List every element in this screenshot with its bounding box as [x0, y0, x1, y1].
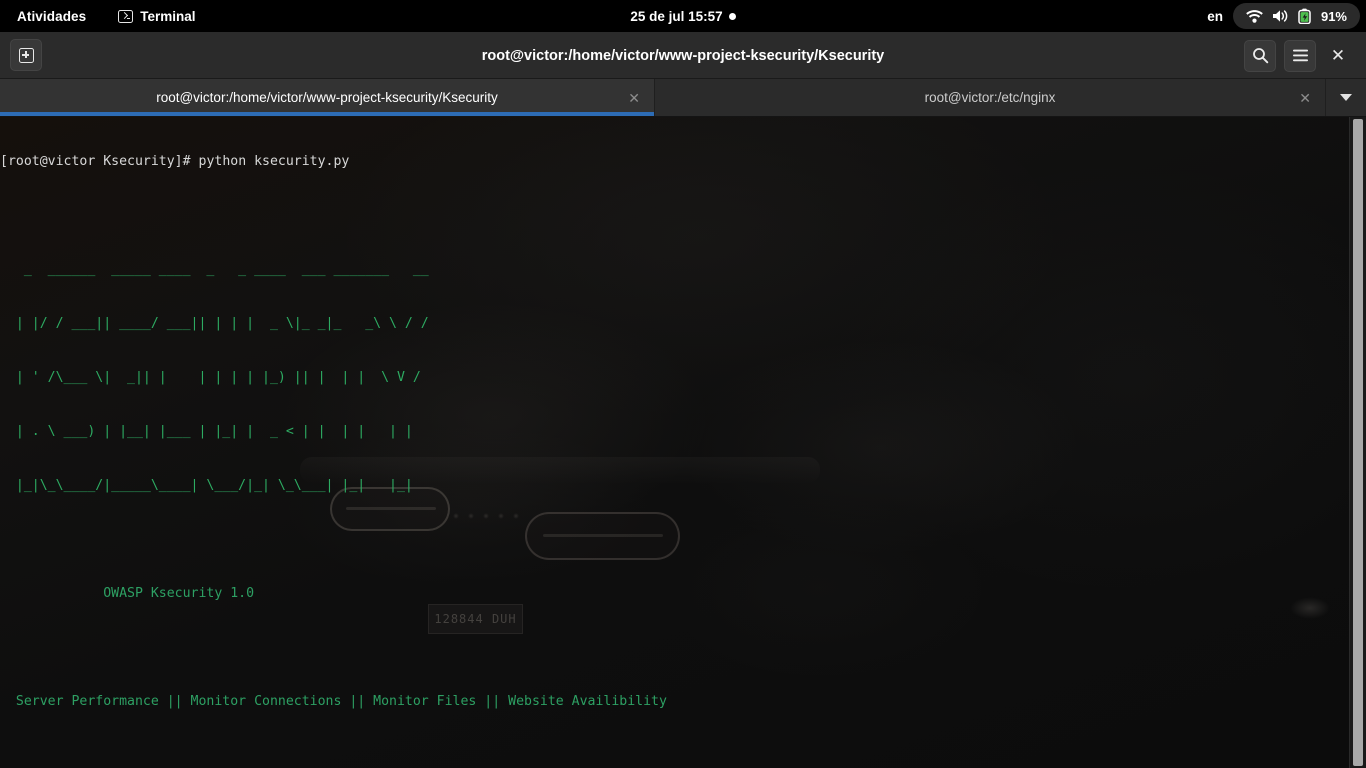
clock-label: 25 de jul 15:57: [630, 8, 723, 24]
scrollbar-thumb[interactable]: [1353, 119, 1363, 766]
battery-charging-icon: [1298, 8, 1312, 24]
tab-ksecurity[interactable]: root@victor:/home/victor/www-project-kse…: [0, 79, 655, 116]
main-menu-button[interactable]: [1284, 39, 1316, 72]
ascii-banner-row-0: _ ______ _____ ____ _ _ ____ ___ _______…: [0, 262, 429, 277]
banner-version-line: OWASP Ksecurity 1.0: [0, 586, 255, 601]
window-close-button[interactable]: ✕: [1324, 40, 1352, 72]
ascii-banner-row-3: | . \ ___) | |__| |___ | |_| | _ < | | |…: [0, 424, 429, 439]
battery-percent-label: 91%: [1320, 8, 1347, 24]
tab-label: root@victor:/home/victor/www-project-kse…: [156, 90, 498, 105]
app-menu-terminal[interactable]: Terminal: [108, 0, 205, 32]
window-title-label: root@victor:/home/victor/www-project-kse…: [481, 47, 885, 64]
tab-close-icon[interactable]: ✕: [1299, 91, 1311, 105]
plus-square-icon: [18, 47, 34, 63]
ascii-banner-row-2: | ' /\___ \| _|| | | | | | |_) || | | | …: [0, 370, 429, 385]
app-menu-label: Terminal: [140, 8, 196, 24]
tab-strip: root@victor:/home/victor/www-project-kse…: [0, 79, 1366, 117]
top-bar-left-group: Atividades Terminal: [0, 0, 206, 32]
search-icon: [1252, 47, 1269, 64]
terminal-command-line: [root@victor Ksecurity]# python ksecurit…: [0, 153, 1366, 171]
shell-command: python ksecurity.py: [198, 154, 350, 169]
terminal-screen[interactable]: [root@victor Ksecurity]# python ksecurit…: [0, 117, 1366, 768]
close-icon: ✕: [1330, 45, 1346, 65]
page-title: root@victor:/home/victor/www-project-kse…: [0, 32, 1366, 79]
terminal-icon: [118, 9, 134, 23]
gnome-top-bar: Atividades Terminal 25 de jul 15:57 en 9…: [0, 0, 1366, 32]
window-titlebar: root@victor:/home/victor/www-project-kse…: [0, 32, 1366, 79]
activities-button[interactable]: Atividades: [0, 0, 96, 32]
shell-prompt: [root@victor Ksecurity]#: [0, 154, 199, 169]
terminal-body[interactable]: 128844 DUH [root@victor Ksecurity]# pyth…: [0, 117, 1366, 768]
activities-label: Atividades: [17, 8, 87, 24]
terminal-window: root@victor:/home/victor/www-project-kse…: [0, 32, 1366, 768]
keyboard-layout-indicator[interactable]: en: [1197, 9, 1233, 24]
tab-nginx[interactable]: root@victor:/etc/nginx ✕: [655, 79, 1326, 116]
clock-button[interactable]: 25 de jul 15:57: [630, 8, 736, 24]
terminal-scrollbar[interactable]: [1349, 117, 1366, 768]
wifi-icon: [1246, 9, 1263, 23]
system-menu-pill[interactable]: 91%: [1232, 3, 1360, 29]
chevron-down-icon: [1340, 94, 1352, 101]
notification-dot-icon: [728, 12, 736, 20]
tab-overflow-button[interactable]: [1326, 79, 1366, 116]
new-tab-button[interactable]: [10, 39, 42, 71]
banner-features-line: Server Performance || Monitor Connection…: [0, 694, 667, 709]
search-button[interactable]: [1244, 39, 1276, 72]
tab-close-icon[interactable]: ✕: [628, 91, 640, 105]
tab-label: root@victor:/etc/nginx: [924, 90, 1056, 105]
hamburger-menu-icon: [1292, 49, 1309, 62]
system-status-area[interactable]: en 91%: [1197, 0, 1366, 32]
titlebar-controls: ✕: [1244, 32, 1366, 79]
ascii-banner-row-1: | |/ / ___|| ____/ ___|| | | | _ \|_ _|_…: [0, 316, 429, 331]
ascii-banner-row-4: |_|\_\____/|_____\____| \___/|_| \_\___|…: [0, 478, 429, 493]
volume-icon: [1272, 9, 1289, 23]
